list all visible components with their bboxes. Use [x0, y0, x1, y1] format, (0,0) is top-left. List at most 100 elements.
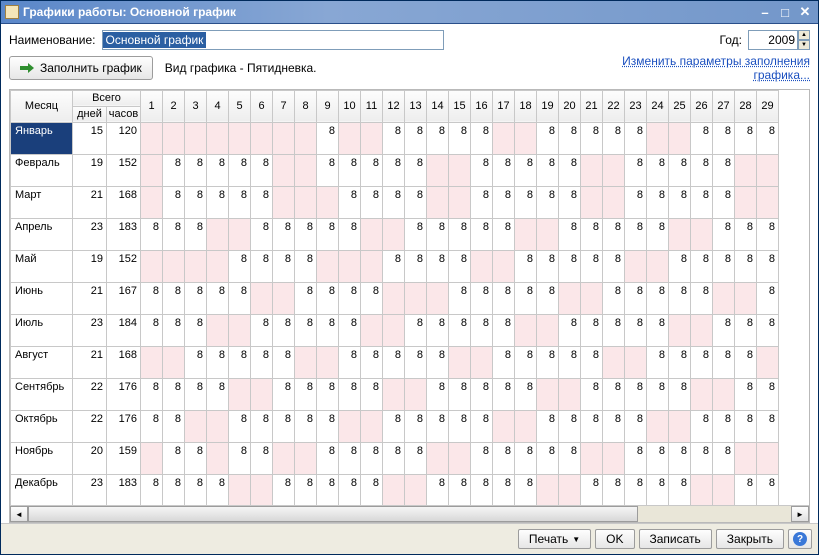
day-cell[interactable]: 8 [515, 378, 537, 410]
month-cell[interactable]: Май [11, 250, 73, 282]
day-cell[interactable] [559, 378, 581, 410]
day-cell[interactable] [581, 154, 603, 186]
day-cell[interactable]: 8 [405, 410, 427, 442]
day-cell[interactable]: 8 [537, 250, 559, 282]
month-cell[interactable]: Декабрь [11, 474, 73, 505]
day-cell[interactable]: 8 [229, 282, 251, 314]
day-cell[interactable]: 8 [317, 442, 339, 474]
day-cell[interactable]: 8 [339, 378, 361, 410]
day-cell[interactable] [295, 186, 317, 218]
day-cell[interactable] [163, 122, 185, 154]
day-cell[interactable]: 8 [603, 378, 625, 410]
day-cell[interactable]: 8 [493, 282, 515, 314]
day-cell[interactable]: 8 [361, 282, 383, 314]
day-cell[interactable]: 8 [449, 218, 471, 250]
day-cell[interactable]: 8 [757, 378, 779, 410]
day-cell[interactable]: 8 [361, 378, 383, 410]
day-cell[interactable]: 8 [493, 218, 515, 250]
day-cell[interactable]: 8 [185, 314, 207, 346]
day-cell[interactable]: 8 [669, 282, 691, 314]
day-cell[interactable] [141, 250, 163, 282]
day-cell[interactable]: 8 [295, 282, 317, 314]
scroll-left-button[interactable]: ◄ [10, 506, 28, 522]
hours-cell[interactable]: 176 [107, 410, 141, 442]
day-cell[interactable]: 8 [141, 410, 163, 442]
day-cell[interactable] [141, 346, 163, 378]
days-cell[interactable]: 19 [73, 250, 107, 282]
day-cell[interactable] [757, 154, 779, 186]
day-cell[interactable]: 8 [735, 250, 757, 282]
day-cell[interactable] [581, 186, 603, 218]
day-cell[interactable] [647, 122, 669, 154]
day-cell[interactable]: 8 [273, 410, 295, 442]
day-cell[interactable]: 8 [691, 282, 713, 314]
hours-cell[interactable]: 152 [107, 250, 141, 282]
day-cell[interactable]: 8 [625, 154, 647, 186]
day-cell[interactable]: 8 [691, 154, 713, 186]
day-cell[interactable]: 8 [581, 250, 603, 282]
day-cell[interactable] [449, 346, 471, 378]
day-cell[interactable] [141, 122, 163, 154]
day-cell[interactable]: 8 [295, 218, 317, 250]
day-cell[interactable]: 8 [229, 442, 251, 474]
day-cell[interactable]: 8 [625, 186, 647, 218]
day-cell[interactable]: 8 [603, 218, 625, 250]
day-cell[interactable] [713, 282, 735, 314]
day-cell[interactable] [515, 314, 537, 346]
hours-cell[interactable]: 159 [107, 442, 141, 474]
day-cell[interactable]: 8 [515, 154, 537, 186]
day-cell[interactable] [207, 442, 229, 474]
days-cell[interactable]: 21 [73, 282, 107, 314]
day-cell[interactable] [361, 218, 383, 250]
day-cell[interactable]: 8 [405, 442, 427, 474]
day-cell[interactable]: 8 [229, 250, 251, 282]
day-cell[interactable]: 8 [163, 378, 185, 410]
day-cell[interactable] [449, 154, 471, 186]
day-cell[interactable]: 8 [735, 474, 757, 505]
day-cell[interactable]: 8 [537, 442, 559, 474]
day-cell[interactable] [273, 186, 295, 218]
day-cell[interactable] [735, 186, 757, 218]
day-cell[interactable]: 8 [735, 218, 757, 250]
day-cell[interactable] [581, 442, 603, 474]
day-cell[interactable]: 8 [317, 314, 339, 346]
day-cell[interactable] [141, 442, 163, 474]
day-cell[interactable] [537, 474, 559, 505]
day-cell[interactable]: 8 [669, 186, 691, 218]
day-cell[interactable]: 8 [647, 186, 669, 218]
day-cell[interactable]: 8 [625, 442, 647, 474]
day-cell[interactable]: 8 [493, 346, 515, 378]
day-cell[interactable] [185, 410, 207, 442]
day-cell[interactable]: 8 [625, 122, 647, 154]
day-cell[interactable]: 8 [559, 154, 581, 186]
day-cell[interactable]: 8 [339, 186, 361, 218]
day-cell[interactable] [559, 474, 581, 505]
day-cell[interactable]: 8 [207, 378, 229, 410]
day-cell[interactable]: 8 [207, 346, 229, 378]
month-cell[interactable]: Март [11, 186, 73, 218]
day-cell[interactable]: 8 [757, 250, 779, 282]
day-cell[interactable]: 8 [691, 186, 713, 218]
day-cell[interactable]: 8 [515, 474, 537, 505]
day-cell[interactable] [559, 282, 581, 314]
day-cell[interactable]: 8 [691, 410, 713, 442]
day-cell[interactable] [251, 122, 273, 154]
day-cell[interactable] [273, 442, 295, 474]
day-cell[interactable]: 8 [493, 442, 515, 474]
day-cell[interactable]: 8 [625, 378, 647, 410]
day-cell[interactable]: 8 [361, 154, 383, 186]
day-cell[interactable] [229, 378, 251, 410]
day-cell[interactable] [317, 346, 339, 378]
days-cell[interactable]: 23 [73, 218, 107, 250]
day-cell[interactable]: 8 [185, 186, 207, 218]
day-cell[interactable]: 8 [449, 282, 471, 314]
day-cell[interactable]: 8 [669, 250, 691, 282]
day-cell[interactable] [493, 250, 515, 282]
close-window-button[interactable]: Закрыть [716, 529, 784, 549]
month-cell[interactable]: Октябрь [11, 410, 73, 442]
hours-cell[interactable]: 152 [107, 154, 141, 186]
day-cell[interactable]: 8 [735, 410, 757, 442]
day-cell[interactable]: 8 [515, 250, 537, 282]
day-cell[interactable] [207, 218, 229, 250]
day-cell[interactable]: 8 [669, 154, 691, 186]
